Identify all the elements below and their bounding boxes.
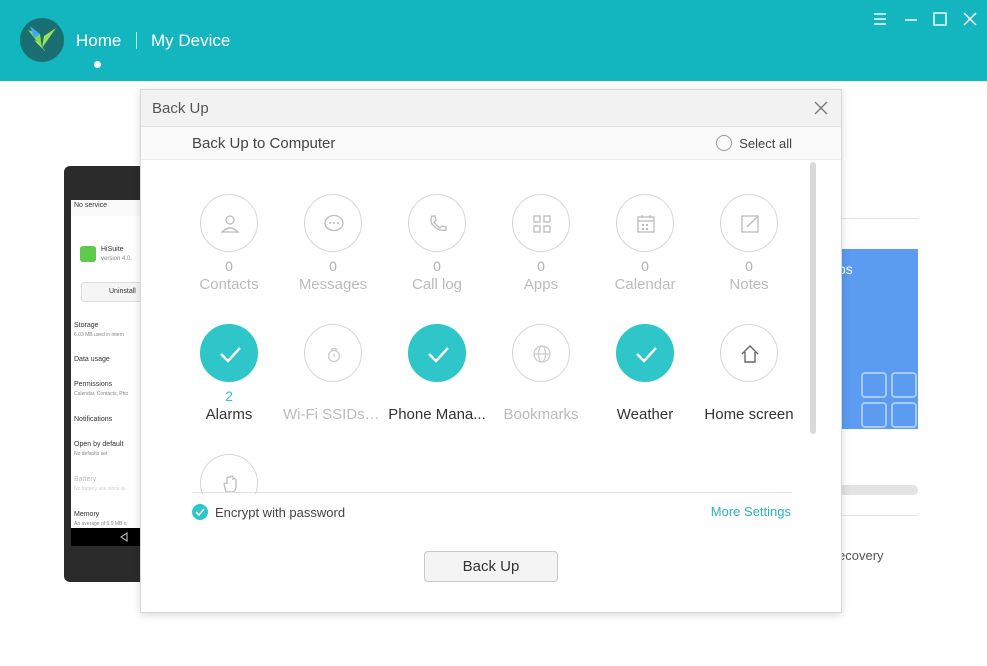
phone-icon[interactable] [408, 194, 466, 252]
maximize-icon[interactable] [931, 10, 949, 28]
phone-storage-sub: 6.03 MB used in intern [74, 332, 125, 338]
message-icon[interactable] [304, 194, 362, 252]
phone-open-default: Open by default [74, 441, 124, 448]
calendar-icon[interactable] [616, 194, 674, 252]
backup-item-apps[interactable]: 0 Apps [489, 194, 593, 293]
bg-divider-2 [838, 515, 918, 516]
select-all-toggle[interactable]: Select all [716, 135, 792, 151]
home-icon[interactable] [720, 324, 778, 382]
item-count [281, 386, 385, 406]
select-all-radio[interactable] [716, 135, 733, 151]
title-bar: Home My Device [0, 0, 987, 81]
item-label: Notes [729, 276, 769, 293]
phone-memory: Memory [74, 511, 100, 518]
item-label: Call log [411, 276, 463, 293]
backup-item-calendar[interactable]: 0 Calendar [593, 194, 697, 293]
globe-icon[interactable] [512, 324, 570, 382]
backup-item-call-log[interactable]: 0 Call log [385, 194, 489, 293]
bg-divider [838, 218, 918, 219]
wifi-lock-icon[interactable] [304, 324, 362, 382]
check-icon[interactable] [408, 324, 466, 382]
phone-battery: Battery [74, 476, 97, 483]
active-nav-indicator [94, 61, 101, 68]
item-label: Contacts [199, 276, 259, 293]
bg-progress-bar [838, 485, 918, 495]
backup-item-weather[interactable]: Weather [593, 324, 697, 423]
phone-app-version: version 4.0. [101, 256, 133, 262]
hisuite-app-icon [80, 246, 96, 262]
check-icon[interactable] [616, 324, 674, 382]
item-count [697, 386, 801, 406]
phone-battery-sub: No battery use since la [74, 486, 125, 492]
item-label: Messages [298, 276, 368, 293]
nav-home[interactable]: Home [76, 31, 121, 51]
item-count: 0 [537, 258, 545, 274]
item-label: Apps [523, 276, 559, 293]
dialog-header: Back Up [141, 90, 841, 127]
apps-icon[interactable] [512, 194, 570, 252]
hisuite-logo [20, 18, 64, 62]
backup-item-phone-mana[interactable]: Phone Mana... [385, 324, 489, 423]
backup-destination-title: Back Up to Computer [192, 135, 336, 152]
backup-item-alarms[interactable]: 2 Alarms [177, 324, 281, 423]
select-all-label: Select all [739, 135, 792, 151]
options-divider [192, 492, 792, 493]
phone-app-name: HiSuite [101, 246, 124, 253]
phone-status-text: No service [74, 202, 108, 209]
item-count: 0 [329, 258, 337, 274]
item-label: Calendar [614, 276, 676, 293]
item-label: Wi-Fi SSIDs a... [283, 406, 385, 423]
backup-item-wi-fi-ssids-a[interactable]: Wi-Fi SSIDs a... [281, 324, 385, 423]
close-icon[interactable] [813, 100, 829, 116]
item-count: 0 [433, 258, 441, 274]
item-count [489, 386, 593, 406]
nav-separator [136, 32, 137, 49]
phone-notifications: Notifications [74, 416, 113, 423]
dialog-subheader: Back Up to Computer Select all [141, 127, 841, 160]
menu-icon[interactable] [871, 10, 889, 28]
dialog-title: Back Up [152, 100, 209, 117]
contact-icon[interactable] [200, 194, 258, 252]
item-count: 0 [225, 258, 233, 274]
phone-permissions-sub: Calendar, Contacts, Pho [74, 391, 129, 397]
item-count: 0 [745, 258, 753, 274]
nav-my-device[interactable]: My Device [151, 31, 230, 51]
item-count: 0 [641, 258, 649, 274]
item-label: Home screen [704, 406, 794, 423]
phone-permissions: Permissions [74, 381, 113, 388]
back-up-button[interactable]: Back Up [424, 551, 558, 582]
item-label: Phone Mana... [388, 406, 486, 423]
notes-icon[interactable] [720, 194, 778, 252]
backup-item-bookmarks[interactable]: Bookmarks [489, 324, 593, 423]
close-window-icon[interactable] [961, 10, 979, 28]
backup-item-more[interactable] [177, 454, 281, 494]
backup-item-contacts[interactable]: 0 Contacts [177, 194, 281, 293]
encrypt-label: Encrypt with password [215, 504, 346, 520]
item-label: Bookmarks [503, 406, 579, 423]
phone-data-usage: Data usage [74, 356, 110, 363]
backup-items-grid: 0 Contacts 0 Messages 0 Call log 0 Apps 0 Calenda… [177, 194, 817, 494]
phone-memory-sub: An average of 5.9 MB o [74, 521, 127, 527]
minimize-icon[interactable] [902, 10, 920, 28]
backup-item-notes[interactable]: 0 Notes [697, 194, 801, 293]
backup-item-messages[interactable]: 0 Messages [281, 194, 385, 293]
item-label: Alarms [205, 406, 253, 423]
more-settings-link[interactable]: More Settings [711, 504, 791, 519]
item-label: Weather [616, 406, 674, 423]
phone-open-default-sub: No defaults set [74, 451, 108, 457]
bg-recovery-link[interactable]: ecovery [838, 548, 884, 563]
phone-storage: Storage [74, 322, 99, 329]
item-count [593, 386, 697, 406]
backup-item-home-screen[interactable]: Home screen [697, 324, 801, 423]
item-count: 2 [225, 388, 233, 404]
backup-dialog: Back Up Back Up to Computer Select all 0… [140, 89, 842, 613]
hand-icon[interactable] [200, 454, 258, 494]
check-icon[interactable] [200, 324, 258, 382]
encrypt-checkbox[interactable] [192, 504, 208, 520]
item-count [385, 386, 489, 406]
encrypt-option[interactable]: Encrypt with password [192, 504, 345, 520]
